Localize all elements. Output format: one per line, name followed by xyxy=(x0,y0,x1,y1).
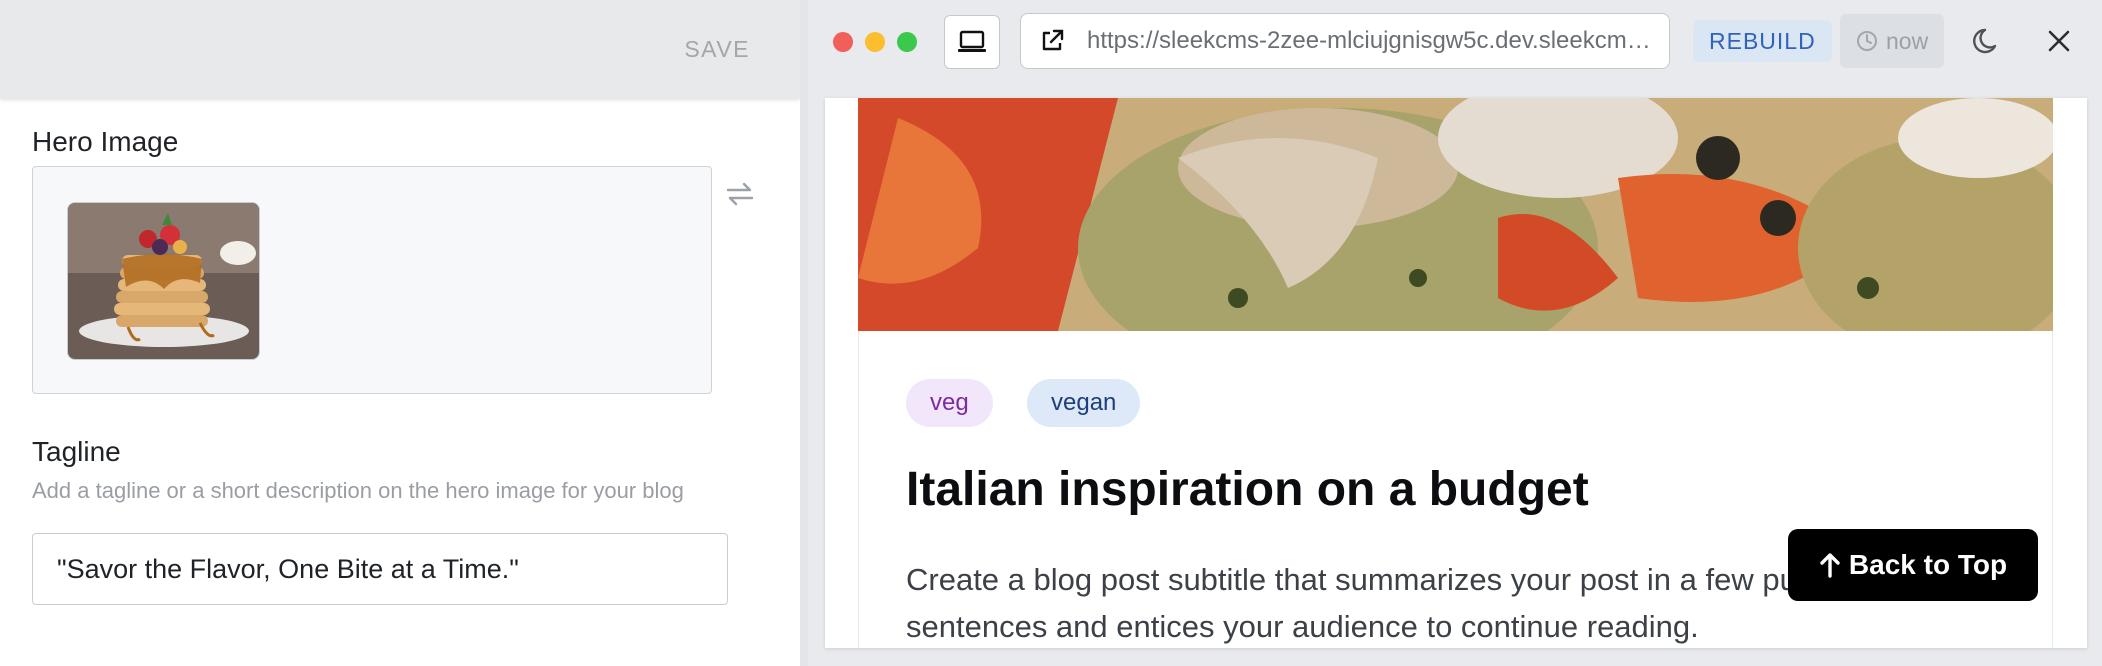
post-title: Italian inspiration on a budget xyxy=(906,463,1589,516)
hero-image-field[interactable] xyxy=(32,166,712,394)
moon-icon[interactable] xyxy=(1973,26,2003,56)
device-toggle-button[interactable] xyxy=(944,15,1000,69)
editor-header: SAVE xyxy=(0,0,800,98)
editor-panel: SAVE Hero Image Tagline Add a tagline or… xyxy=(0,0,800,666)
external-link-icon[interactable] xyxy=(1039,28,1065,54)
preview-toolbar: https://sleekcms-2zee-mlciujgnisgw5c.dev… xyxy=(808,0,2102,98)
hero-image-thumbnail[interactable] xyxy=(67,202,260,360)
build-time-button[interactable]: now xyxy=(1840,14,1945,68)
window-minimize-dot[interactable] xyxy=(865,32,885,52)
panel-divider[interactable] xyxy=(800,0,808,666)
close-icon[interactable] xyxy=(2044,26,2074,56)
laptop-icon xyxy=(958,30,986,52)
preview-url-text[interactable]: https://sleekcms-2zee-mlciujgnisgw5c.dev… xyxy=(1087,27,1657,55)
arrow-up-icon xyxy=(1820,553,1840,578)
hero-image-label: Hero Image xyxy=(32,126,179,157)
build-time-label: now xyxy=(1886,27,1929,54)
back-to-top-button[interactable]: Back to Top xyxy=(1788,529,2038,601)
save-button[interactable]: SAVE xyxy=(684,36,750,63)
swap-arrows-icon[interactable] xyxy=(726,181,754,207)
window-close-dot[interactable] xyxy=(833,32,853,52)
post-hero-image xyxy=(858,98,2053,331)
tagline-label: Tagline xyxy=(32,436,121,467)
clock-icon xyxy=(1857,31,1877,51)
tagline-input[interactable] xyxy=(32,533,728,605)
rebuild-button[interactable]: REBUILD xyxy=(1693,20,1832,62)
window-maximize-dot[interactable] xyxy=(897,32,917,52)
tag-chip[interactable]: veg xyxy=(906,379,993,427)
tagline-help-text: Add a tagline or a short description on … xyxy=(32,478,684,503)
post-subtitle: Create a blog post subtitle that summari… xyxy=(906,562,1863,644)
tag-chip[interactable]: vegan xyxy=(1027,379,1141,427)
back-to-top-label: Back to Top xyxy=(1848,549,2008,580)
preview-url-bar[interactable]: https://sleekcms-2zee-mlciujgnisgw5c.dev… xyxy=(1020,13,1670,69)
